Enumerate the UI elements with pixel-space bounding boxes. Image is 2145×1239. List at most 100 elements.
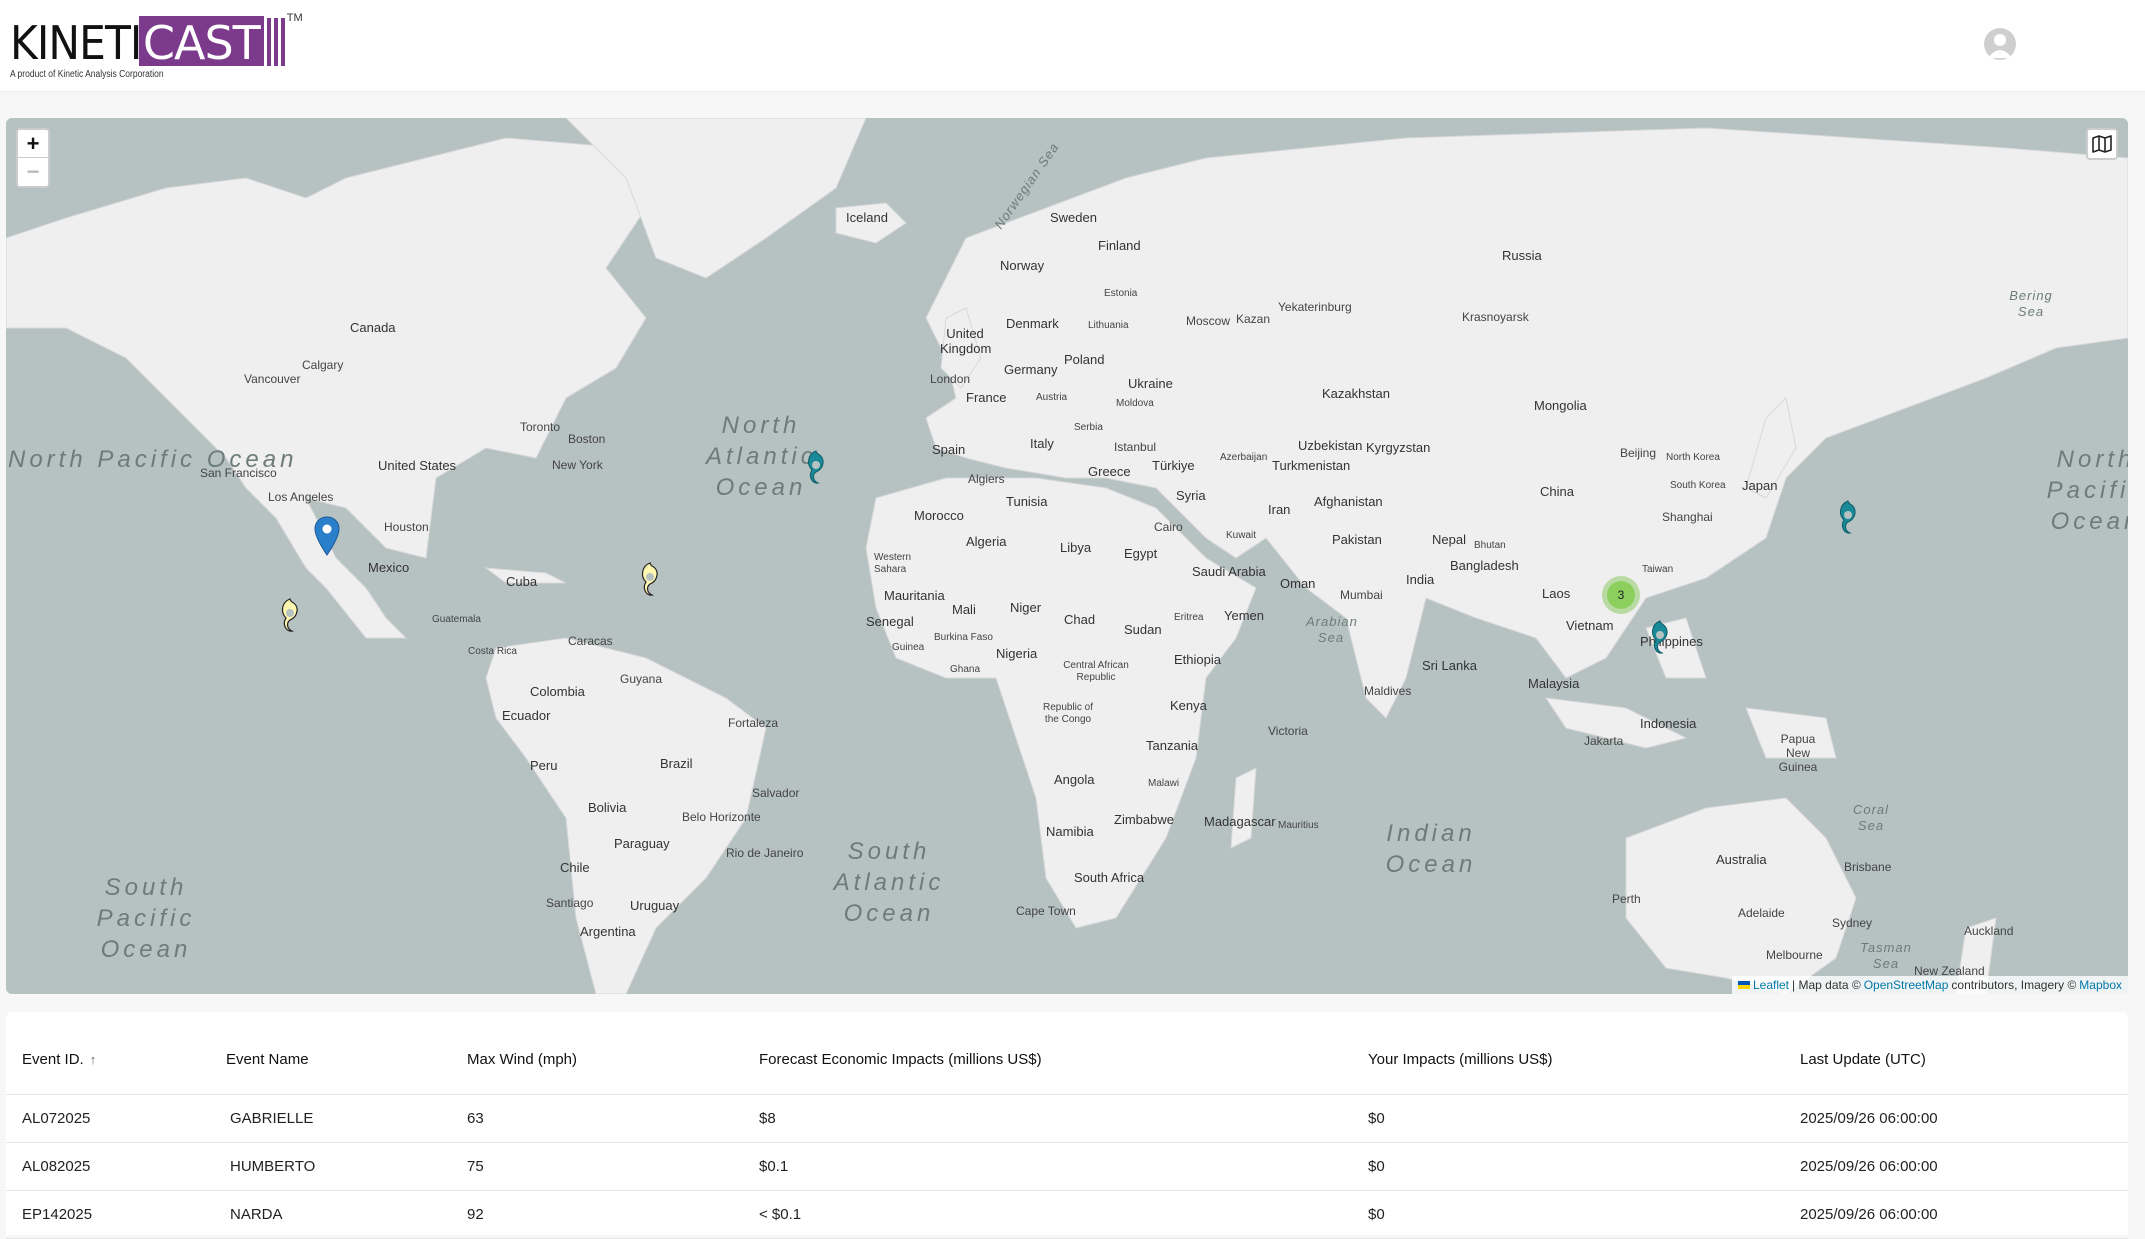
ocean-label-south-pacific: South Pacific Ocean [96,874,196,963]
map-label: Sweden [1050,210,1097,225]
column-header-event-id[interactable]: Event ID. ↑ [6,1012,210,1095]
map-label: Mongolia [1534,398,1587,413]
ocean-label-south-atlantic: South Atlantic Ocean [833,838,945,927]
map-label: Malawi [1148,778,1180,789]
logo-text-kineti: KINETI [10,16,142,70]
map-label: Western Sahara [874,552,912,575]
map-label: Eritrea [1174,612,1204,623]
cell-event-name: GABRIELLE [210,1094,451,1143]
cell-forecast-impacts: $0.1 [743,1142,1352,1191]
cell-max-wind: 75 [451,1142,743,1191]
map-label: Vietnam [1566,618,1614,633]
map-label: Taiwan [1642,564,1674,575]
map-label: Niger [1010,600,1042,615]
cell-your-impacts: $0 [1352,1142,1784,1191]
map-label: Finland [1098,238,1141,253]
sea-label-coral: Coral Sea [1852,802,1890,833]
map-label: Lithuania [1088,320,1129,331]
map-label: South Africa [1074,870,1145,885]
map-label: Greece [1088,464,1131,479]
column-header-last-update[interactable]: Last Update (UTC) [1784,1012,2128,1095]
cell-event-name: NARDA [210,1190,451,1239]
map-label: Ecuador [502,708,551,723]
map-label: Zimbabwe [1114,812,1174,827]
map-label: Saudi Arabia [1192,564,1266,579]
map-layers-button[interactable] [2086,128,2118,160]
map-label: Germany [1004,362,1058,377]
map-label: Republic of the Congo [1042,702,1094,725]
osm-link[interactable]: OpenStreetMap [1864,978,1949,992]
map-label: Guatemala [432,614,481,625]
map-label: Krasnoyarsk [1462,310,1529,324]
attribution-text: contributors, Imagery © [1951,978,2077,992]
map-label: Laos [1542,586,1571,601]
mapbox-link[interactable]: Mapbox [2079,978,2122,992]
map-label: Estonia [1104,288,1138,299]
hurricane-marker-icon[interactable] [638,560,662,603]
map-label: Ethiopia [1174,652,1221,667]
cell-your-impacts: $0 [1352,1094,1784,1143]
cell-event-name: HUMBERTO [210,1142,451,1191]
hurricane-marker-icon[interactable] [1836,498,1860,541]
table-row[interactable]: AL072025 GABRIELLE 63 $8 $0 2025/09/26 0… [6,1094,2128,1143]
marker-cluster[interactable]: 3 [1602,576,1640,614]
map-label: Nigeria [996,646,1038,661]
map-label: Boston [568,432,606,446]
map-label: Colombia [530,684,585,699]
map-label: Italy [1030,436,1054,451]
hurricane-marker-icon[interactable] [1648,618,1672,661]
map-label: Indonesia [1640,716,1697,731]
world-map[interactable]: North Pacific Ocean North Atlantic Ocean… [6,118,2128,994]
map-label: Peru [530,758,558,773]
sort-ascending-icon[interactable]: ↑ [90,1052,97,1067]
cell-your-impacts: $0 [1352,1190,1784,1239]
cell-last-update: 2025/09/26 06:00:00 [1784,1142,2128,1191]
map-label: Costa Rica [468,646,517,657]
map-label: New York [552,458,603,472]
map-label: Moldova [1116,398,1154,409]
map-label: Guinea [892,642,925,653]
zoom-out-button[interactable]: − [18,158,48,186]
attribution-text: | Map data © [1792,978,1861,992]
column-header-event-name[interactable]: Event Name [210,1012,451,1095]
map-label: Bhutan [1474,540,1506,551]
map-label: Moscow [1186,314,1231,328]
hurricane-marker-icon[interactable] [804,448,828,491]
table-row[interactable]: AL082025 HUMBERTO 75 $0.1 $0 2025/09/26 … [6,1142,2128,1191]
zoom-in-button[interactable]: + [18,130,48,158]
column-header-forecast-impacts[interactable]: Forecast Economic Impacts (millions US$) [743,1012,1352,1095]
map-label: Syria [1176,488,1206,503]
map-label: Chad [1064,612,1096,627]
events-table: Event ID. ↑ Event Name Max Wind (mph) For… [6,1012,2128,1239]
map-label: London [930,372,971,386]
location-pin-icon[interactable] [314,516,340,561]
map-label: Uzbekistan [1298,438,1363,453]
marker-cluster-count: 3 [1607,581,1635,609]
map-label: Australia [1716,852,1767,867]
map-label: Senegal [866,614,914,629]
ocean-label-north-atlantic: North Atlantic Ocean [706,412,817,501]
column-header-max-wind[interactable]: Max Wind (mph) [451,1012,743,1095]
sea-label-arabian: Arabian Sea [1306,614,1358,645]
map-label: Azerbaijan [1220,452,1268,463]
column-header-your-impacts[interactable]: Your Impacts (millions US$) [1352,1012,1784,1095]
map-label: Oman [1280,576,1316,591]
kineticast-logo[interactable]: KINETI CAST TM A product of Kinetic Anal… [10,12,303,82]
user-avatar-icon[interactable] [1984,28,2016,60]
leaflet-link[interactable]: Leaflet [1753,978,1789,992]
map-label: Cairo [1154,520,1183,534]
map-label: France [966,390,1007,405]
logo-trademark: TM [286,12,303,24]
cell-forecast-impacts: $8 [743,1094,1352,1143]
map-label: Iceland [846,210,888,225]
map-label: Yekaterinburg [1278,300,1352,314]
map-label: South Korea [1670,480,1726,491]
hurricane-marker-icon[interactable] [278,596,302,639]
cell-last-update: 2025/09/26 06:00:00 [1784,1190,2128,1239]
table-row[interactable]: EP142025 NARDA 92 < $0.1 $0 2025/09/26 0… [6,1190,2128,1239]
map-label: Guyana [620,672,663,686]
map-label: Pakistan [1332,532,1382,547]
map-label: Mauritania [884,588,945,603]
map-label: Rio de Janeiro [726,846,804,860]
map-label: Chile [560,860,590,875]
